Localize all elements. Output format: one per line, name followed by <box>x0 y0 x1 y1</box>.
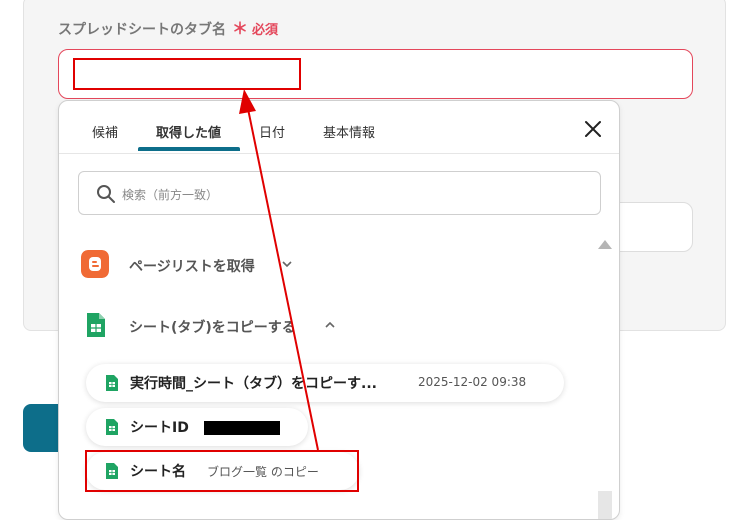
redacted-value <box>204 421 280 435</box>
required-mark: ＊ <box>232 19 249 38</box>
group-get-page-list[interactable]: ページリストを取得 <box>81 250 381 280</box>
scroll-up-arrow-icon[interactable] <box>598 240 612 249</box>
value-label: 実行時間_シート（タブ）をコピーす... <box>130 376 377 392</box>
chevron-down-icon <box>282 261 292 268</box>
google-sheets-icon <box>106 419 118 435</box>
search-icon <box>97 185 115 203</box>
field-label: スプレッドシートのタブ名 ＊必須 <box>58 15 278 39</box>
value-chip-execution-time[interactable]: 実行時間_シート（タブ）をコピーす... 2025-12-02 09:38 <box>86 364 564 402</box>
search-placeholder: 検索（前方一致） <box>122 188 219 202</box>
tab-candidates[interactable]: 候補 <box>92 122 118 141</box>
tab-basic-info[interactable]: 基本情報 <box>323 122 375 141</box>
group-copy-sheet[interactable]: シート(タブ)をコピーする <box>81 311 381 341</box>
active-tab-indicator <box>138 147 240 151</box>
tab-date[interactable]: 日付 <box>259 122 285 141</box>
field-label-text: スプレッドシートのタブ名 <box>58 22 226 38</box>
annotation-input-highlight <box>73 58 301 90</box>
value-preview: 2025-12-02 09:38 <box>418 375 527 389</box>
google-sheets-icon <box>106 375 118 391</box>
tab-acquired-values[interactable]: 取得した値 <box>156 122 221 141</box>
google-sheets-icon <box>87 313 105 337</box>
value-chip-sheet-id[interactable]: シートID <box>86 408 308 446</box>
group-label: ページリストを取得 <box>129 259 255 275</box>
required-text: 必須 <box>252 23 279 38</box>
search-input[interactable]: 検索（前方一致） <box>78 171 601 215</box>
value-label: シートID <box>130 420 189 436</box>
annotation-chip-highlight <box>85 450 359 492</box>
picker-tabs: 候補 取得した値 日付 基本情報 <box>59 101 619 154</box>
close-icon[interactable] <box>583 119 603 139</box>
chevron-up-icon <box>325 321 335 328</box>
blogger-icon <box>81 250 109 278</box>
group-label: シート(タブ)をコピーする <box>129 320 296 336</box>
